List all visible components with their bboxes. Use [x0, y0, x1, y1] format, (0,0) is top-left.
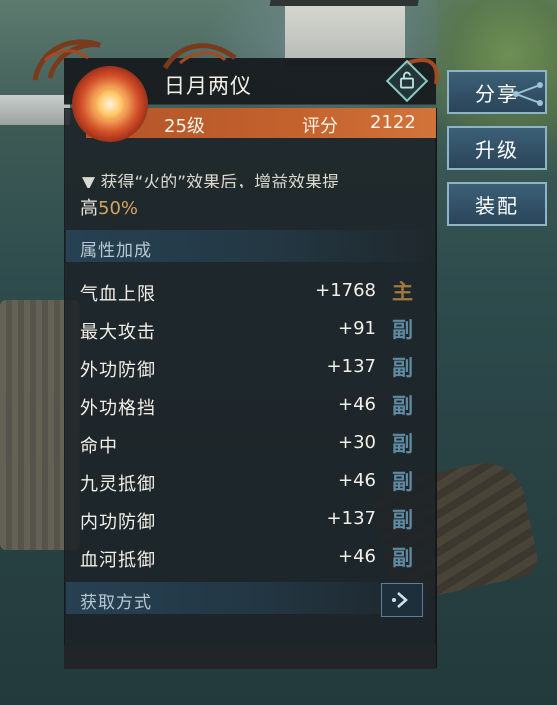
attribute-name: 内功防御: [80, 512, 156, 533]
share-icon: [513, 82, 543, 106]
attribute-value: +137: [326, 508, 376, 529]
source-expand-button[interactable]: [381, 583, 423, 617]
attribute-tag-main: 主: [392, 280, 413, 304]
score-label: 评分: [302, 116, 338, 137]
attribute-value: +137: [326, 356, 376, 377]
equip-button-label: 装配: [475, 193, 519, 218]
attribute-tag-sub: 副: [392, 394, 413, 418]
source-section-title: 获取方式: [80, 593, 152, 613]
attribute-value: +46: [338, 394, 376, 415]
attribute-row: 最大攻击 +91 副: [66, 310, 434, 346]
background-house: [285, 0, 405, 66]
attributes-section-header: 属性加成: [66, 230, 434, 262]
arrow-right-icon: [392, 592, 408, 608]
effect-description-line2: 高50%: [80, 194, 138, 220]
item-name: 日月两仪: [164, 74, 252, 98]
attribute-row: 外功格挡 +46 副: [66, 386, 434, 422]
attribute-name: 外功格挡: [80, 398, 156, 419]
attribute-tag-sub: 副: [392, 318, 413, 342]
attribute-row: 内功防御 +137 副: [66, 500, 434, 536]
attributes-section-title: 属性加成: [80, 241, 152, 261]
attribute-name: 外功防御: [80, 360, 156, 381]
upgrade-button[interactable]: 升级: [447, 126, 547, 170]
attribute-value: +91: [338, 318, 376, 339]
equip-button[interactable]: 装配: [447, 182, 547, 226]
attribute-value: +46: [338, 470, 376, 491]
source-section-header[interactable]: 获取方式: [66, 582, 434, 614]
attribute-row: 血河抵御 +46 副: [66, 538, 434, 574]
upgrade-button-label: 升级: [475, 137, 519, 162]
effect-prefix: 高: [80, 198, 98, 219]
attribute-row: 命中 +30 副: [66, 424, 434, 460]
attribute-value: +1768: [315, 280, 376, 301]
attribute-tag-sub: 副: [392, 432, 413, 456]
attribute-tag-sub: 副: [392, 508, 413, 532]
score-value: 2122: [370, 112, 416, 133]
attribute-name: 血河抵御: [80, 550, 156, 571]
effect-highlight: 50%: [98, 198, 139, 219]
item-level: 25级: [164, 116, 205, 137]
gem-icon: [72, 66, 148, 142]
attribute-row: 九灵抵御 +46 副: [66, 462, 434, 498]
attribute-row: 外功防御 +137 副: [66, 348, 434, 384]
attribute-name: 最大攻击: [80, 322, 156, 343]
effect-description: ▼ 获得“火的”效果后，增益效果提: [82, 173, 340, 188]
attribute-name: 命中: [80, 436, 118, 457]
attribute-row: 气血上限 +1768 主: [66, 272, 434, 308]
attribute-name: 九灵抵御: [80, 474, 156, 495]
attribute-name: 气血上限: [80, 284, 156, 305]
attribute-tag-sub: 副: [392, 546, 413, 570]
background-steps: [0, 95, 70, 125]
attribute-tag-sub: 副: [392, 356, 413, 380]
panel-footer: [64, 645, 436, 669]
attribute-tag-sub: 副: [392, 470, 413, 494]
attribute-value: +30: [338, 432, 376, 453]
attribute-value: +46: [338, 546, 376, 567]
